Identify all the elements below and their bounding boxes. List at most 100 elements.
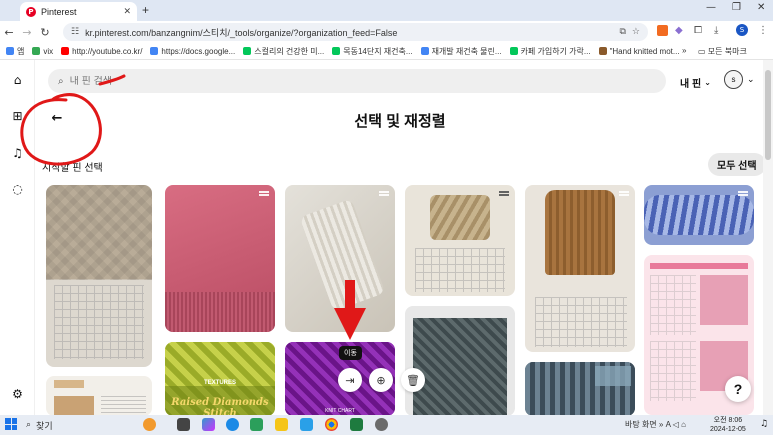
bookmark-label: 목동14단지 재건축... bbox=[343, 46, 413, 56]
bookmark-item[interactable]: 카페 가입하기 가락... bbox=[509, 46, 591, 57]
install-app-icon[interactable]: ⧉ bbox=[619, 27, 625, 37]
bookmark-label: vix bbox=[43, 46, 54, 56]
app-2-icon[interactable] bbox=[375, 418, 388, 431]
site-info-icon[interactable]: ☷ bbox=[71, 27, 79, 37]
bookmark-favicon-icon bbox=[420, 47, 429, 55]
excel-icon[interactable] bbox=[350, 418, 363, 431]
bookmark-item[interactable]: 재개발 재건축 물린... bbox=[420, 46, 502, 57]
account-chevron-down-icon[interactable]: ⌄ bbox=[747, 75, 755, 85]
forward-nav-icon[interactable]: → bbox=[18, 26, 36, 39]
volume-icon[interactable]: ◁ bbox=[673, 420, 679, 429]
network-icon[interactable]: ⌂ bbox=[681, 420, 686, 429]
search-icon: ⌕ bbox=[58, 75, 64, 87]
profile-avatar[interactable]: S bbox=[736, 24, 748, 36]
home-icon[interactable]: ⌂ bbox=[10, 73, 25, 88]
pin-card[interactable] bbox=[46, 185, 152, 367]
bookmark-star-icon[interactable]: ☆ bbox=[632, 27, 640, 37]
pin-menu-icon[interactable] bbox=[738, 191, 748, 196]
browser-tab-pinterest[interactable]: P Pinterest ✕ bbox=[20, 2, 137, 21]
bookmark-item[interactable]: 목동14단지 재건축... bbox=[332, 46, 413, 57]
bookmark-item[interactable]: 앱 bbox=[6, 46, 24, 57]
new-tab-button[interactable]: + bbox=[142, 3, 149, 17]
settings-gear-icon[interactable]: ⚙ bbox=[10, 387, 25, 402]
ime-indicator[interactable]: A bbox=[666, 420, 671, 429]
scrollbar-thumb[interactable] bbox=[765, 70, 771, 160]
bookmark-item[interactable]: "Hand knitted mot... bbox=[598, 47, 680, 56]
downloads-icon[interactable]: ⤓ bbox=[714, 25, 718, 36]
tree-widget-icon[interactable] bbox=[143, 418, 156, 431]
maximize-button[interactable]: ❐ bbox=[732, 2, 741, 13]
pin-card[interactable]: TEXTURES Raised Diamonds Stitch bbox=[165, 342, 275, 416]
help-button[interactable]: ? bbox=[725, 376, 751, 402]
select-all-button[interactable]: 모두 선택 bbox=[708, 153, 766, 176]
pin-text-top: TEXTURES bbox=[203, 380, 236, 386]
move-icon: ⇥ bbox=[345, 373, 355, 387]
bookmark-item[interactable]: 스컬리의 건강한 미... bbox=[243, 46, 324, 57]
reload-icon[interactable]: ↻ bbox=[36, 26, 54, 39]
pin-card[interactable] bbox=[644, 185, 754, 245]
app-icon[interactable] bbox=[300, 418, 313, 431]
copilot-icon[interactable] bbox=[202, 418, 215, 431]
messages-icon[interactable]: ◌ bbox=[10, 182, 25, 197]
task-view-icon[interactable] bbox=[177, 418, 190, 431]
pin-menu-icon[interactable] bbox=[379, 191, 389, 196]
notification-bell-icon[interactable]: ♫ bbox=[760, 419, 768, 429]
pin-card[interactable] bbox=[405, 306, 515, 416]
my-pins-dropdown[interactable]: 내 핀 ⌄ bbox=[680, 75, 711, 90]
bookmark-item[interactable]: http://youtube.co.kr/ bbox=[61, 47, 142, 56]
edge-icon[interactable] bbox=[226, 418, 239, 431]
search-bar[interactable]: ⌕ bbox=[48, 69, 666, 93]
bookmark-label: https://docs.google... bbox=[161, 46, 236, 56]
clock[interactable]: 오전 8:06 2024-12-05 bbox=[710, 416, 746, 434]
back-nav-icon[interactable]: ← bbox=[0, 26, 18, 39]
pin-text-title: Raised Diamonds Stitch bbox=[171, 397, 269, 416]
pin-card[interactable] bbox=[46, 376, 152, 416]
pin-menu-icon[interactable] bbox=[619, 191, 629, 196]
bookmark-favicon-icon bbox=[509, 47, 518, 55]
system-tray: 바탕 화면 » A ◁ ⌂ bbox=[625, 420, 686, 429]
all-bookmarks-folder[interactable]: ▭ 모든 북마크 bbox=[698, 46, 767, 57]
taskbar-search[interactable]: ⌕ 찾기 bbox=[26, 417, 126, 433]
bookmark-favicon-icon bbox=[598, 47, 607, 55]
bookmark-label: 앱 bbox=[17, 46, 25, 56]
trash-icon: 🗑 bbox=[406, 373, 420, 387]
pin-card[interactable] bbox=[285, 185, 395, 332]
bookmark-favicon-icon bbox=[243, 47, 252, 55]
pin-menu-icon[interactable] bbox=[499, 191, 509, 196]
pinterest-favicon-icon: P bbox=[26, 6, 36, 17]
tray-chevron-icon[interactable]: » bbox=[659, 420, 663, 429]
move-button[interactable]: ⇥ bbox=[338, 368, 362, 392]
chevron-down-icon: ⌄ bbox=[704, 78, 711, 87]
bookmark-item[interactable]: https://docs.google... bbox=[150, 47, 235, 56]
pin-card[interactable] bbox=[525, 362, 635, 416]
page-title: 선택 및 재정렬 bbox=[354, 113, 446, 130]
file-explorer-icon[interactable] bbox=[275, 418, 288, 431]
search-input[interactable] bbox=[69, 75, 656, 87]
chrome-icon[interactable] bbox=[325, 418, 338, 431]
extensions-puzzle-icon[interactable]: ⧠ bbox=[694, 25, 702, 36]
close-tab-icon[interactable]: ✕ bbox=[123, 6, 131, 17]
bookmark-item[interactable]: vix bbox=[32, 47, 53, 56]
user-avatar[interactable]: s bbox=[724, 70, 743, 89]
minimize-button[interactable]: — bbox=[706, 2, 716, 13]
extension-icon[interactable] bbox=[657, 25, 668, 39]
notifications-bell-icon[interactable]: ♫ bbox=[10, 146, 25, 161]
pin-card[interactable] bbox=[525, 185, 635, 352]
search-icon: ⌕ bbox=[26, 420, 32, 430]
menu-kebab-icon[interactable]: ⋮ bbox=[758, 25, 768, 36]
delete-button[interactable]: 🗑 bbox=[401, 368, 425, 392]
bookmark-label: 스컬리의 건강한 미... bbox=[254, 46, 325, 56]
bookmark-favicon-icon bbox=[150, 47, 159, 55]
store-icon[interactable] bbox=[250, 418, 263, 431]
pin-menu-icon[interactable] bbox=[259, 191, 269, 196]
address-bar[interactable]: ☷ kr.pinterest.com/banzangnim/스티치/_tools… bbox=[63, 23, 648, 41]
close-window-button[interactable]: ✕ bbox=[757, 2, 765, 13]
extension-2-icon[interactable]: ◆ bbox=[675, 25, 683, 36]
add-to-section-button[interactable]: ⊕ bbox=[369, 368, 393, 392]
pin-card[interactable] bbox=[405, 185, 515, 296]
my-pins-label: 내 핀 bbox=[680, 79, 702, 90]
windows-start-icon[interactable] bbox=[5, 418, 17, 430]
bookmark-label: 카페 가입하기 가락... bbox=[520, 46, 591, 56]
pin-card[interactable] bbox=[165, 185, 275, 332]
bookmarks-more-button[interactable]: » bbox=[682, 46, 686, 55]
